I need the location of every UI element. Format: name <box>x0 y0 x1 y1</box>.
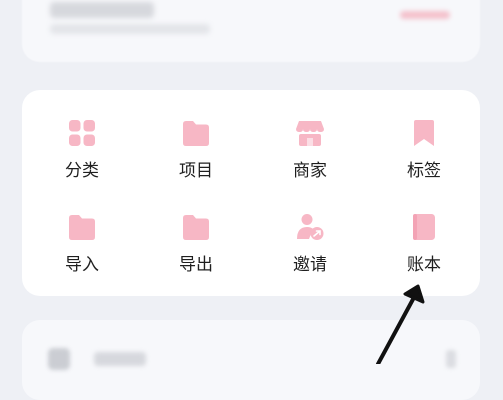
menu-item-import[interactable]: 导入 <box>22 212 142 302</box>
menu-item-label: 邀请 <box>293 255 327 275</box>
menu-item-label: 项目 <box>179 161 213 181</box>
menu-item-tag[interactable]: 标签 <box>364 118 484 208</box>
folder-icon <box>183 121 209 146</box>
blurred-icon <box>48 348 70 370</box>
menu-item-label: 导入 <box>65 255 99 275</box>
menu-item-label: 账本 <box>407 255 441 275</box>
blurred-title <box>50 2 154 18</box>
invite-user-icon <box>297 214 324 240</box>
blurred-chevron-icon <box>446 350 456 368</box>
menu-item-merchant[interactable]: 商家 <box>250 118 370 208</box>
menu-item-category[interactable]: 分类 <box>22 118 142 208</box>
bottom-settings-card <box>22 320 480 400</box>
blurred-amount <box>400 11 450 19</box>
menu-item-label: 商家 <box>293 161 327 181</box>
folder-import-icon <box>69 215 95 240</box>
folder-export-icon <box>183 215 209 240</box>
menu-item-label: 分类 <box>65 161 99 181</box>
bookmark-icon <box>414 120 434 146</box>
blurred-subtitle <box>50 24 210 34</box>
menu-item-project[interactable]: 项目 <box>136 118 256 208</box>
menu-item-export[interactable]: 导出 <box>136 212 256 302</box>
menu-item-ledger[interactable]: 账本 <box>364 212 484 302</box>
menu-item-invite[interactable]: 邀请 <box>250 212 370 302</box>
menu-item-label: 导出 <box>179 255 213 275</box>
grid-icon <box>69 120 95 146</box>
feature-menu-card: 分类 项目 商家 标签 导入 导出 邀请 账本 <box>22 90 480 296</box>
top-summary-card <box>22 0 480 62</box>
menu-item-label: 标签 <box>407 161 441 181</box>
store-icon <box>296 121 324 146</box>
ledger-book-icon <box>413 214 435 240</box>
